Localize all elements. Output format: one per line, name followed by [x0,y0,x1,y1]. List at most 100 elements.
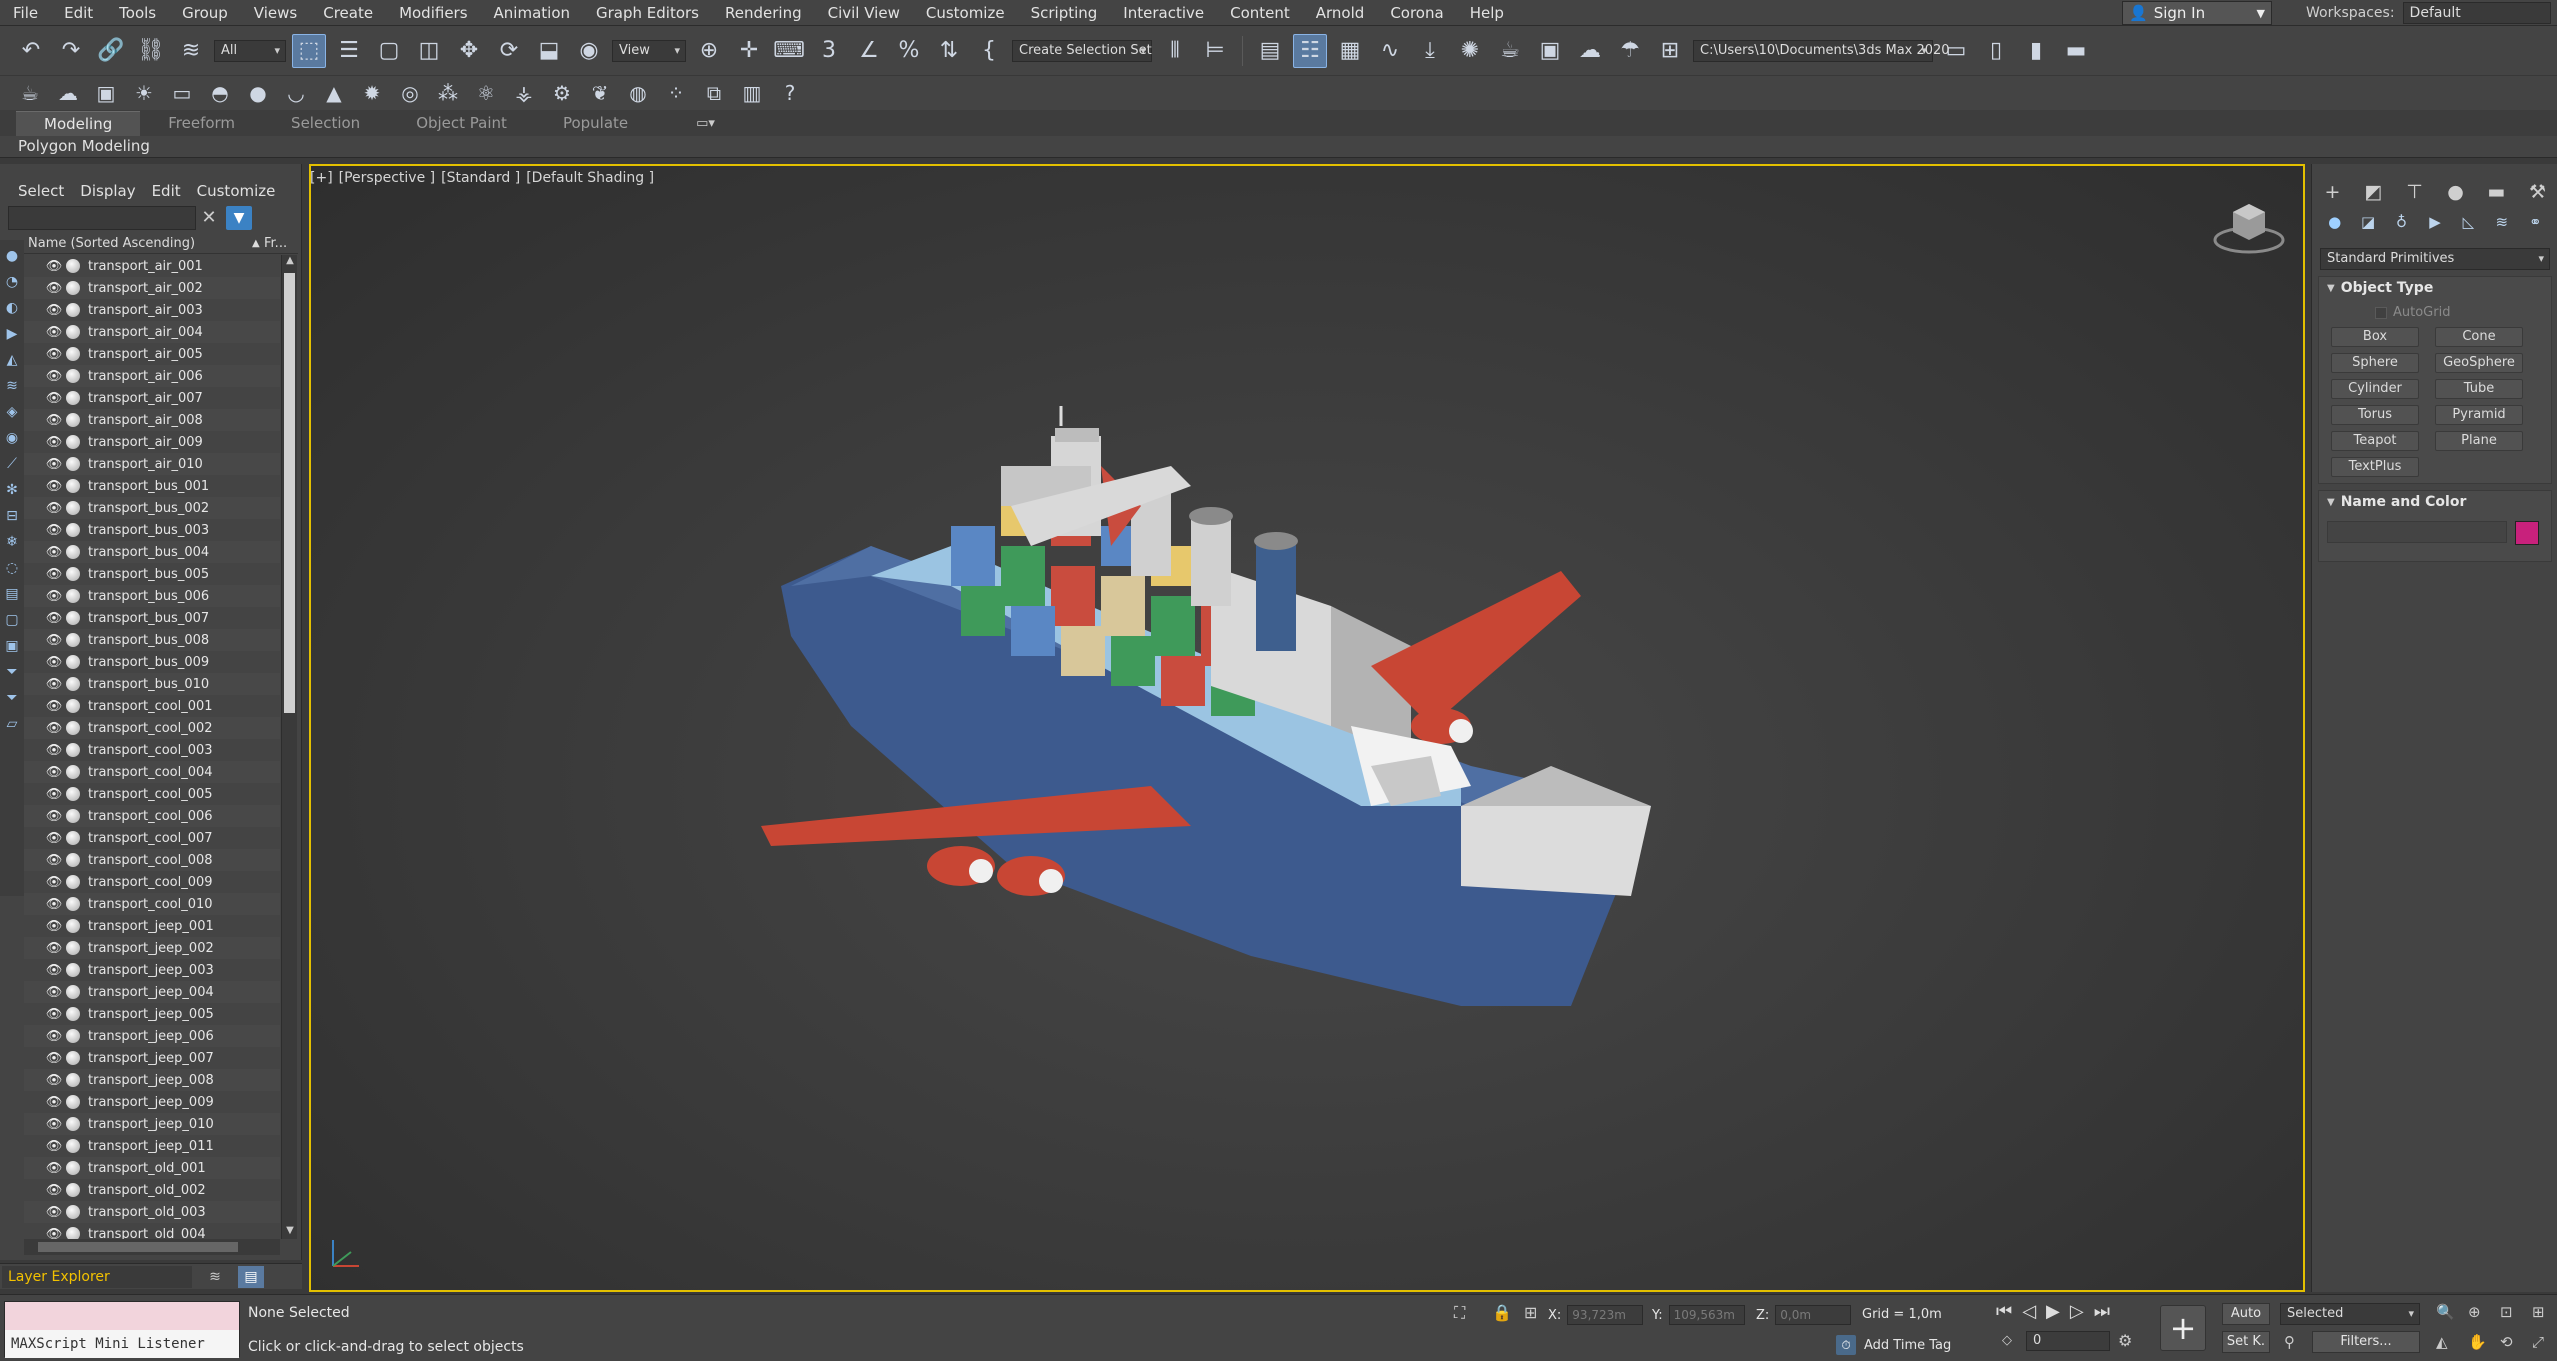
prev-frame-icon[interactable]: ◁ [2022,1301,2036,1322]
play-icon[interactable]: ▶ [2046,1301,2060,1322]
unlink-icon[interactable]: ⛓ [134,34,168,68]
systems-category-icon[interactable]: ⚭ [2524,213,2546,231]
scroll-up-icon[interactable]: ▲ [282,255,298,269]
display-lights-icon[interactable]: ◐ [3,298,21,318]
menu-item-edit[interactable]: Edit [51,0,106,26]
sphere-icon[interactable]: ● [242,78,274,108]
list-item[interactable]: 👁 transport_jeep_004 [24,981,280,1003]
undo-icon[interactable]: ↶ [14,34,48,68]
list-item[interactable]: 👁 transport_bus_009 [24,651,280,673]
visibility-eye-icon[interactable]: 👁 [44,633,64,648]
select-object-icon[interactable]: ⬚ [292,33,326,68]
cameras-category-icon[interactable]: ▶ [2424,213,2446,231]
ribbon-tab-modeling[interactable]: Modeling [16,110,141,136]
display-helpers-icon[interactable]: ◭ [3,350,21,370]
list-item[interactable]: 👁 transport_old_004 [24,1223,280,1239]
zoom-all-icon[interactable]: ⊕ [2468,1303,2494,1327]
orbit-icon[interactable]: ⟲ [2500,1333,2526,1357]
menu-item-group[interactable]: Group [169,0,241,26]
clear-search-icon[interactable]: ✕ [198,206,220,230]
zoom-icon[interactable]: 🔍 [2436,1303,2462,1327]
toolbox-icon[interactable]: ▥ [736,78,768,108]
plant-icon[interactable]: ❦ [584,78,616,108]
project-settings-icon[interactable]: ▬ [2059,34,2093,68]
plane-button[interactable]: Plane [2435,431,2523,451]
y-input[interactable]: 109,563m [1668,1305,1745,1325]
layer-icon[interactable]: ▱ [3,714,21,734]
snaps-icon[interactable]: 3 [812,34,846,68]
explorer-menu-customize[interactable]: Customize [189,182,284,200]
menu-item-create[interactable]: Create [310,0,386,26]
visibility-eye-icon[interactable]: 👁 [44,589,64,604]
list-item[interactable]: 👁 transport_cool_007 [24,827,280,849]
list-item[interactable]: 👁 transport_air_003 [24,299,280,321]
list-item[interactable]: 👁 transport_cool_002 [24,717,280,739]
object-name-input[interactable] [2327,521,2507,543]
name-color-header[interactable]: ▼ Name and Color [2319,491,2551,513]
layers-icon[interactable]: ≋ [202,1266,228,1288]
list-item[interactable]: 👁 transport_air_007 [24,387,280,409]
tube-button[interactable]: Tube [2435,379,2523,399]
visibility-eye-icon[interactable]: 👁 [44,677,64,692]
name-column-header[interactable]: Name (Sorted Ascending) [24,236,252,251]
time-config-icon[interactable]: ⚙ [2118,1331,2132,1350]
visibility-eye-icon[interactable]: 👁 [44,413,64,428]
lock-selection-icon[interactable]: 🔒 [1492,1303,1512,1322]
help-icon[interactable]: ? [774,78,806,108]
list-item[interactable]: 👁 transport_bus_007 [24,607,280,629]
lights-category-icon[interactable]: ♁ [2391,213,2413,231]
isolate-icon[interactable]: ⛶ [1454,1303,1465,1323]
visibility-eye-icon[interactable]: 👁 [44,1007,64,1022]
list-item[interactable]: 👁 transport_jeep_008 [24,1069,280,1091]
fov-icon[interactable]: ◭ [2436,1333,2462,1357]
visibility-eye-icon[interactable]: 👁 [44,1073,64,1088]
visibility-eye-icon[interactable]: 👁 [44,1117,64,1132]
ribbon-tab-populate[interactable]: Populate [535,111,656,135]
render-frame-icon[interactable]: ▣ [90,78,122,108]
modify-tab-icon[interactable]: ◩ [2359,181,2389,203]
box-button[interactable]: Box [2331,327,2419,347]
visibility-eye-icon[interactable]: 👁 [44,963,64,978]
autogrid-box[interactable] [2375,306,2387,319]
rotate-icon[interactable]: ⟳ [492,34,526,68]
shapes-category-icon[interactable]: ◪ [2357,213,2379,231]
list-item[interactable]: 👁 transport_old_003 [24,1201,280,1223]
list-item[interactable]: 👁 transport_jeep_010 [24,1113,280,1135]
viewport-menu-label[interactable]: [+] [310,170,333,186]
scale-icon[interactable]: ⬓ [532,34,566,68]
torus-button[interactable]: Torus [2331,405,2419,425]
visibility-eye-icon[interactable]: 👁 [44,941,64,956]
viewcube[interactable] [2211,198,2287,258]
rendered-frame-icon[interactable]: ▣ [1533,34,1567,68]
sun-icon[interactable]: ✹ [356,78,388,108]
workspaces-dropdown[interactable]: Default [2402,2,2551,24]
pyramid-button[interactable]: Pyramid [2435,405,2523,425]
key-filter-icon[interactable]: ⚲ [2284,1333,2295,1351]
list-item[interactable]: 👁 transport_jeep_007 [24,1047,280,1069]
filter-funnel-2-icon[interactable]: ⏷ [3,688,21,708]
maximize-viewport-icon[interactable]: ⤢ [2532,1333,2557,1357]
list-item[interactable]: 👁 transport_bus_008 [24,629,280,651]
visibility-eye-icon[interactable]: 👁 [44,809,64,824]
set-key-big-icon[interactable]: + [2160,1305,2206,1351]
current-frame-input[interactable]: 0 [2026,1331,2110,1351]
visibility-eye-icon[interactable]: 👁 [44,1183,64,1198]
object-color-swatch[interactable] [2515,521,2539,545]
maxscript-output[interactable]: MAXScript Mini Listener [5,1330,239,1358]
visibility-eye-icon[interactable]: 👁 [44,545,64,560]
visibility-eye-icon[interactable]: 👁 [44,1205,64,1220]
time-tag-icon[interactable]: ⏱ [1836,1335,1856,1355]
cylinder-button[interactable]: Cylinder [2331,379,2419,399]
redo-icon[interactable]: ↷ [54,34,88,68]
viewport-standard-label[interactable]: [Standard ] [441,170,520,186]
z-input[interactable]: 0,0m [1775,1305,1852,1325]
goto-start-icon[interactable]: ⏮ [1996,1301,2012,1322]
visibility-eye-icon[interactable]: 👁 [44,1095,64,1110]
material-editor-icon[interactable]: ✺ [1453,34,1487,68]
menu-item-civil-view[interactable]: Civil View [815,0,913,26]
object-type-header[interactable]: ▼ Object Type [2319,277,2551,299]
project-path-dropdown[interactable]: C:\Users\10\Documents\3ds Max 2020 [1693,39,1950,62]
sign-in-dropdown[interactable]: 👤 Sign In ▼ [2122,1,2272,25]
ribbon-tab-selection[interactable]: Selection [263,111,388,135]
layer-explorer-dropdown[interactable]: Layer Explorer [2,1265,192,1288]
